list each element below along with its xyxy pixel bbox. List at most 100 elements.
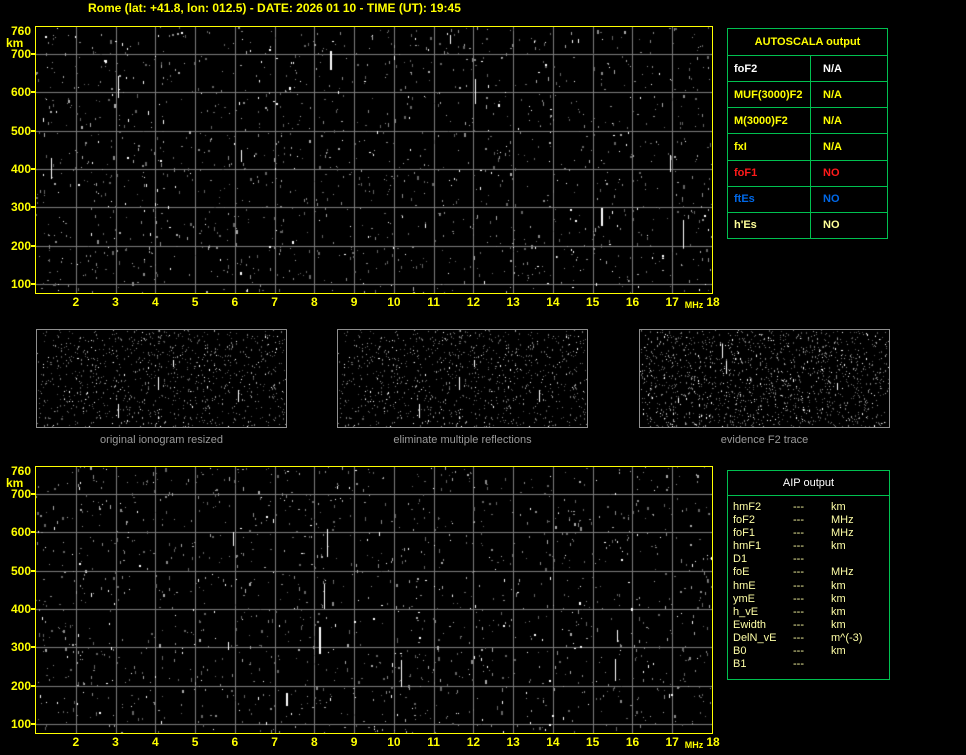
aip-value: --- <box>793 631 804 644</box>
aip-row: B1 --- <box>733 658 889 671</box>
aip-unit: MHz <box>831 527 854 540</box>
aip-label: D1 <box>733 553 748 566</box>
x-axis-tick-label: 7 <box>271 295 278 309</box>
y-axis-tick-mark <box>31 493 35 495</box>
aip-value: --- <box>793 618 804 631</box>
aip-row: foF1 --- MHz <box>733 527 889 540</box>
panel-noise-canvas <box>640 330 889 427</box>
x-axis-tick-label: 14 <box>546 295 560 309</box>
aip-value: --- <box>793 553 804 566</box>
x-axis-tick-label: 13 <box>506 295 520 309</box>
aip-label: hmE <box>733 579 756 592</box>
aip-row: hmE --- km <box>733 580 889 593</box>
x-axis-tick-label: 6 <box>231 295 239 309</box>
aip-row: D1 --- <box>733 553 889 566</box>
aip-row: hmF1 --- km <box>733 540 889 553</box>
x-axis-tick-label: 16 <box>625 295 640 309</box>
panel-noise-canvas <box>338 330 587 427</box>
aip-label: foF1 <box>733 527 756 540</box>
autoscala-table-title: AUTOSCALA output <box>728 29 887 56</box>
aip-label: B0 <box>733 645 747 658</box>
aip-value: --- <box>793 527 804 540</box>
x-axis-tick-label: 14 <box>546 735 560 749</box>
autoscala-param-label: M(3000)F2 <box>728 108 811 134</box>
aip-unit: m^(-3) <box>831 631 863 644</box>
autoscala-param-value: N/A <box>823 114 842 127</box>
y-axis-tick-mark <box>31 723 35 725</box>
ionogram-noise-canvas-bottom <box>36 467 712 733</box>
x-axis-tick-label: 11 <box>427 295 440 309</box>
panel-original-ionogram <box>36 329 287 428</box>
autoscala-row: foF1 NO <box>728 160 887 187</box>
y-axis-tick-label: 100 <box>10 277 31 291</box>
panel-eliminate-reflections <box>337 329 588 428</box>
y-axis-tick-mark <box>31 531 35 533</box>
y-axis-tick-label: 200 <box>10 239 31 253</box>
autoscala-param-label: fxI <box>728 134 811 160</box>
x-axis-tick-label: 9 <box>350 735 358 749</box>
x-axis-tick-label: 6 <box>231 735 239 749</box>
aip-value: --- <box>793 501 804 513</box>
aip-value: --- <box>793 658 804 671</box>
y-axis-tick-mark <box>31 685 35 687</box>
autoscala-param-value: N/A <box>823 140 842 153</box>
x-axis-tick-label: 3 <box>112 295 119 309</box>
y-axis-tick-label: 400 <box>10 602 31 616</box>
x-axis-tick-label: 7 <box>271 735 278 749</box>
x-axis-tick-label: 15 <box>586 295 600 309</box>
aip-label: ymE <box>733 592 755 605</box>
aip-value: --- <box>793 540 804 553</box>
panel-caption-original: original ionogram resized <box>100 434 223 446</box>
aip-table-title: AIP output <box>728 471 889 496</box>
y-axis-tick-mark <box>31 206 35 208</box>
x-axis-unit-label: MHz <box>684 740 704 750</box>
aip-value: --- <box>793 514 804 527</box>
autoscala-row: ftEs NO <box>728 186 887 213</box>
aip-value: --- <box>793 592 804 605</box>
aip-value: --- <box>793 645 804 658</box>
y-axis-tick-mark <box>31 570 35 572</box>
aip-row: h_vE --- km <box>733 606 889 619</box>
autoscala-output-table: AUTOSCALA output foF2 N/A MUF(3000)F2 N/A M(… <box>727 28 888 239</box>
x-axis-tick-label: 17 <box>665 735 679 749</box>
aip-label: B1 <box>733 658 747 671</box>
y-axis-tick-mark <box>31 53 35 55</box>
aip-unit: km <box>831 540 846 553</box>
aip-unit: km <box>831 501 846 513</box>
aip-label: hmF1 <box>733 540 762 553</box>
y-axis-tick-label: 700 <box>10 47 31 61</box>
aip-row: ymE --- km <box>733 593 889 606</box>
panel-evidence-f2-trace <box>639 329 890 428</box>
y-axis-tick-label: 700 <box>10 487 31 501</box>
ionogram-plot-bottom <box>35 466 713 734</box>
autoscala-row: fxI N/A <box>728 134 887 161</box>
autoscala-row: MUF(3000)F2 N/A <box>728 82 887 109</box>
y-axis-tick-label: 300 <box>10 640 31 654</box>
aip-label: hmF2 <box>733 501 762 513</box>
autoscala-app-window: Rome (lat: +41.8, lon: 012.5) - DATE: 20… <box>0 0 966 755</box>
x-axis-tick-label: 13 <box>506 735 520 749</box>
aip-unit <box>831 658 889 671</box>
autoscala-row: foF2 N/A <box>728 56 887 83</box>
y-axis-tick-mark <box>31 283 35 285</box>
autoscala-param-label: foF2 <box>728 56 811 82</box>
x-axis-tick-label: 16 <box>625 735 640 749</box>
aip-value: --- <box>793 579 804 592</box>
x-axis-tick-label: 11 <box>427 735 440 749</box>
aip-unit <box>831 553 889 566</box>
panel-noise-canvas <box>37 330 286 427</box>
x-axis-tick-label: 15 <box>586 735 600 749</box>
x-axis-tick-label: 4 <box>151 295 159 309</box>
autoscala-param-value: N/A <box>823 62 842 75</box>
y-axis-tick-label: 300 <box>10 200 31 214</box>
panel-caption-evidence: evidence F2 trace <box>720 434 809 446</box>
y-axis-tick-mark <box>31 646 35 648</box>
x-axis-tick-label: 3 <box>112 735 119 749</box>
aip-unit: km <box>831 645 846 658</box>
aip-value: --- <box>793 566 804 579</box>
aip-row: foE --- MHz <box>733 566 889 579</box>
aip-unit: km <box>831 579 846 592</box>
aip-table-body: hmF2 --- km foF2 --- MHz foF1 --- MHz hmF1 --- km D1… <box>728 496 889 671</box>
aip-label: DelN_vE <box>733 631 777 644</box>
x-axis-tick-label: 2 <box>72 295 80 309</box>
